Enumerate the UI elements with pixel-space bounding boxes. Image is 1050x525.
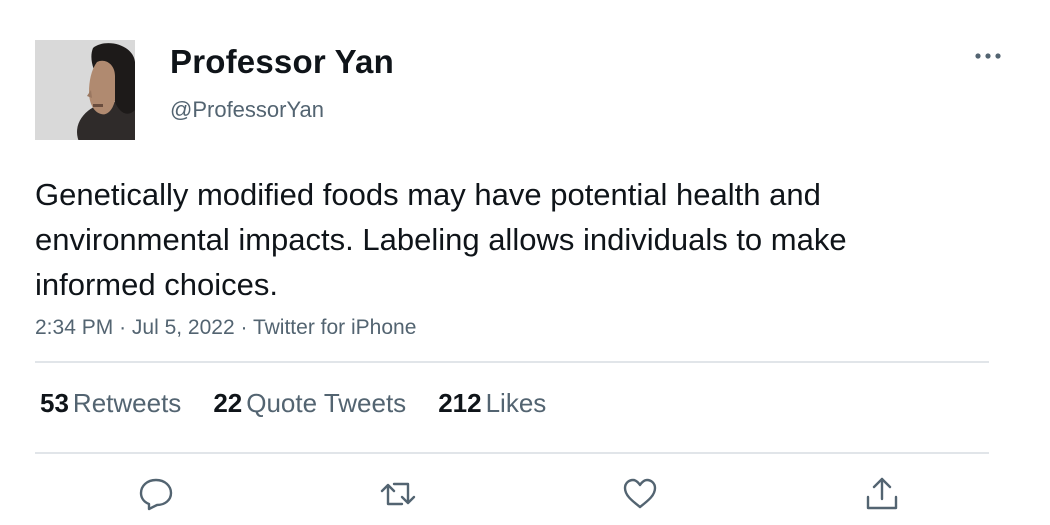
- tweet-text: Genetically modified foods may have pote…: [35, 177, 847, 302]
- user-handle[interactable]: @ProfessorYan: [170, 97, 324, 123]
- quote-tweets-stat[interactable]: 22 Quote Tweets: [213, 388, 406, 419]
- share-icon: [866, 477, 898, 510]
- more-button[interactable]: [965, 36, 1011, 76]
- divider: [35, 452, 989, 454]
- quote-tweets-count: 22: [213, 388, 243, 418]
- more-horizontal-icon: [975, 53, 1001, 59]
- retweet-button[interactable]: [376, 470, 420, 518]
- tweet-source[interactable]: Twitter for iPhone: [253, 316, 416, 339]
- display-name[interactable]: Professor Yan: [170, 43, 394, 81]
- likes-label: Likes: [485, 388, 547, 418]
- avatar-photo: [35, 40, 135, 140]
- retweet-icon: [380, 482, 416, 506]
- meta-separator: ·: [119, 316, 127, 339]
- retweets-label: Retweets: [72, 388, 182, 418]
- likes-stat[interactable]: 212 Likes: [438, 388, 546, 419]
- retweets-stat[interactable]: 53 Retweets: [40, 388, 181, 419]
- heart-icon: [623, 478, 657, 509]
- divider: [35, 361, 989, 363]
- tweet-stats: 53 Retweets 22 Quote Tweets 212 Likes: [40, 388, 546, 419]
- like-button[interactable]: [618, 470, 662, 518]
- meta-separator: ·: [240, 316, 248, 339]
- likes-count: 212: [438, 388, 482, 418]
- tweet-date[interactable]: Jul 5, 2022: [132, 316, 235, 339]
- share-button[interactable]: [860, 470, 904, 518]
- tweet-meta: 2:34 PM · Jul 5, 2022 · Twitter for iPho…: [35, 316, 416, 340]
- reply-button[interactable]: [134, 470, 178, 518]
- avatar[interactable]: [35, 40, 135, 140]
- reply-icon: [139, 478, 173, 511]
- retweets-count: 53: [40, 388, 69, 418]
- quote-tweets-label: Quote Tweets: [246, 388, 407, 418]
- tweet-time[interactable]: 2:34 PM: [35, 316, 113, 339]
